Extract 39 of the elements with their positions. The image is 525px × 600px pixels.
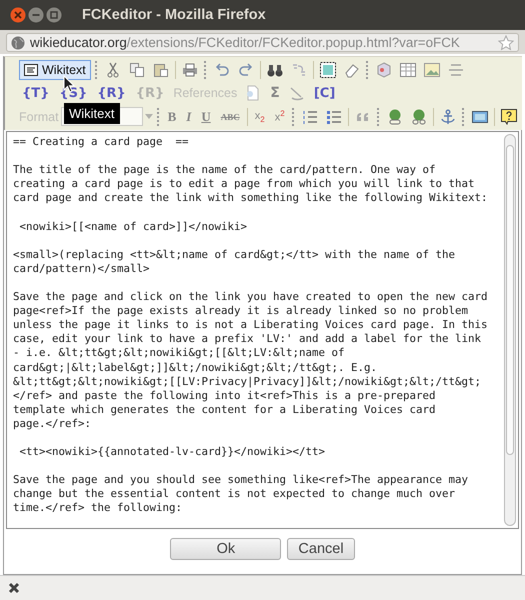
superscript-button[interactable]: x$^{2}$	[272, 109, 288, 124]
document-text-icon	[24, 64, 38, 76]
wikitext-editor[interactable]	[6, 131, 519, 529]
wikitext-paragraph: <tt><nowiki>{{annotated-lv-card}}</nowiki></tt>	[18, 445, 326, 460]
image-icon[interactable]	[422, 62, 442, 78]
star-icon[interactable]	[498, 34, 514, 50]
close-icon[interactable]	[8, 582, 20, 594]
tooltip: Wikitext	[64, 103, 120, 124]
select-all-icon[interactable]	[318, 62, 338, 78]
wikitext-button[interactable]: Wikitext	[19, 60, 91, 80]
frame-icon[interactable]	[470, 108, 490, 125]
binoculars-icon[interactable]	[264, 62, 285, 78]
minimize-icon[interactable]	[28, 7, 44, 23]
subscript-button[interactable]: x$_{2}$	[252, 110, 268, 124]
table-icon[interactable]	[398, 62, 418, 78]
wikitext-paragraph: <small>(replacing <tt>&lt;name of card&gt;</tt> with the name of the card/pattern)</small>	[13, 248, 456, 276]
format-button[interactable]: U	[198, 108, 214, 125]
template-button[interactable]: {T}	[19, 86, 52, 101]
globe-icon	[11, 36, 25, 50]
dialog-button[interactable]: Ok	[170, 538, 282, 560]
wikitext-paragraph: Save the page and you should see something like<ref>The appearance may change but the essential content is not expected to change much over time.</ref> the following:	[13, 473, 470, 516]
c-button[interactable]: [C]	[310, 86, 338, 101]
template-button[interactable]: {R}	[94, 86, 129, 101]
address-field[interactable]: wikieducator.org/extensions/FCKeditor/FCKeditor.popup.html?var=oFCK	[6, 33, 519, 52]
sigma-button[interactable]: Σ	[267, 85, 283, 102]
wikitext-paragraph: Save the page and click on the link you have created to open the new card page<ref>If the page exists already it is already linked so no problem unless the page it links to is not a Liberating Voices card page. In this case, edit your link to have a prefix 'LV:' and add a label for the link - i.e. &lt;tt&gt;&lt;nowiki&gt;[[&lt;LV:&lt;name of card&gt;|&lt;label&gt;]]&lt;/nowiki&gt;&lt;/tt&gt;. E.g. &lt;tt&gt;&lt;nowiki&gt;[[LV:Privacy|Privacy]]&lt;/nowiki&gt;&lt;/tt&gt; </ref> and paste the following into it<ref>This is a pre-prepared template which generates the content for a Liberating Voices card page.</ref>:	[13, 290, 489, 431]
window-title: FCKeditor - Mozilla Firefox	[82, 7, 266, 23]
format-button[interactable]: B	[164, 108, 180, 125]
format-button[interactable]: I	[183, 108, 194, 125]
help-icon[interactable]	[498, 108, 519, 125]
maximize-icon[interactable]	[46, 7, 62, 23]
scrollbar[interactable]	[504, 134, 516, 526]
wikitext-paragraph: The title of the page is the name of the card/pattern. One way of creating a card page is to edit a page from which you will link to that card page and create the link with something like the following Wikitext:	[13, 163, 489, 206]
wikitext-paragraph: <nowiki>[[<name of card>]]</nowiki>	[18, 220, 248, 234]
dialog-button[interactable]: Cancel	[287, 538, 355, 560]
wikitext-paragraph: == Creating a card page ==	[13, 135, 190, 150]
close-icon[interactable]	[10, 7, 26, 23]
format-button[interactable]: ABC	[218, 112, 243, 122]
url-text: wikieducator.org/extensions/FCKeditor/FCKeditor.popup.html?var=oFCK	[30, 35, 461, 50]
